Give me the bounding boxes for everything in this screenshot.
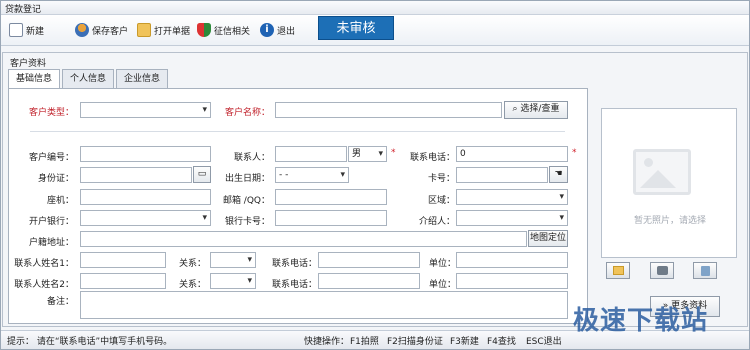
contact2-phone-label: 联系电话： (271, 280, 317, 290)
customer-no-label: 客户编号： (28, 153, 74, 163)
unit2-label: 单位： (428, 280, 456, 290)
image-placeholder-icon (633, 149, 691, 195)
gender-value: 男 (352, 149, 362, 159)
customer-name-input[interactable] (275, 102, 502, 118)
relation1-label: 关系： (178, 259, 206, 269)
hand-icon: ☚ (554, 169, 563, 179)
address-label: 户籍地址： (28, 238, 74, 248)
select-check-label: 选择/查重 (520, 104, 560, 114)
map-locate-button[interactable]: 地图定位 (528, 230, 568, 247)
contact1-name-label: 联系人姓名1： (14, 259, 74, 269)
email-qq-input[interactable] (275, 189, 387, 205)
shield-icon (197, 23, 211, 37)
id-card-label: 身份证： (37, 174, 74, 184)
area-select[interactable] (456, 189, 568, 205)
tab-personal[interactable]: 个人信息 (62, 69, 115, 88)
section-title: 客户资料 (10, 59, 47, 69)
open-photo-button[interactable] (606, 262, 630, 279)
unit1-input[interactable] (456, 252, 568, 268)
card-no-label: 卡号： (427, 174, 455, 184)
gender-select[interactable]: 男 (348, 146, 387, 162)
trash-icon (701, 266, 710, 276)
shortcut-f2: F2扫描身份证 (387, 337, 443, 347)
info-icon: i (260, 23, 274, 37)
address-input[interactable] (80, 231, 527, 247)
landline-input[interactable] (80, 189, 211, 205)
card-reader-button[interactable]: ☚ (549, 166, 568, 183)
watermark: 极速下载站 (573, 306, 709, 336)
tab-basic[interactable]: 基础信息 (8, 69, 61, 89)
document-icon (9, 23, 23, 37)
credit-button[interactable]: 征信相关 (197, 19, 250, 41)
photo-placeholder-text: 暂无照片，请选择 (633, 216, 706, 226)
tab-bar: 基础信息 个人信息 企业信息 (8, 69, 170, 89)
divider (30, 131, 565, 132)
contact1-phone-label: 联系电话： (271, 259, 317, 269)
required-mark: * (572, 148, 577, 158)
email-qq-label: 邮箱 /QQ： (222, 196, 270, 206)
birth-date-label: 出生日期： (224, 174, 270, 184)
new-label: 新建 (26, 26, 45, 37)
birth-date-value: - - (279, 170, 289, 180)
remark-label: 备注： (46, 297, 74, 307)
shortcut-esc: ESC退出 (526, 337, 562, 347)
status-badge: 未审核 (318, 16, 394, 40)
phone-input[interactable]: 0 (456, 146, 568, 162)
phone-value: 0 (460, 149, 466, 159)
camera-button[interactable] (650, 262, 674, 279)
save-customer-label: 保存客户 (92, 26, 129, 37)
open-list-label: 打开单据 (154, 26, 191, 37)
customer-type-label: 客户类型： (28, 108, 74, 118)
exit-button[interactable]: i 退出 (260, 19, 295, 41)
customer-no-input[interactable] (80, 146, 211, 162)
window-title: 贷款登记 (5, 5, 42, 15)
remark-textarea[interactable] (80, 291, 568, 319)
bank-select[interactable] (80, 210, 211, 226)
shortcuts-label: 快捷操作： (304, 337, 350, 347)
customer-type-select[interactable] (80, 102, 211, 118)
toolbar: 新建 保存客户 打开单据 征信相关 i 退出 未审核 (1, 15, 749, 46)
folder-icon (613, 266, 624, 275)
folder-icon (137, 23, 151, 37)
bank-card-input[interactable] (275, 210, 387, 226)
landline-label: 座机： (46, 196, 74, 206)
save-customer-button[interactable]: 保存客户 (75, 19, 128, 41)
id-card-input[interactable] (80, 167, 192, 183)
photo-box[interactable]: 暂无照片，请选择 (601, 108, 737, 258)
phone-label: 联系电话： (409, 153, 455, 163)
birth-date-picker[interactable]: - - (275, 167, 349, 183)
select-check-button[interactable]: ⌕ 选择/查重 (504, 101, 568, 119)
unit1-label: 单位： (428, 259, 456, 269)
camera-icon (657, 266, 668, 275)
credit-label: 征信相关 (214, 26, 251, 37)
exit-label: 退出 (277, 26, 296, 37)
area-label: 区域： (427, 196, 455, 206)
title-bar: 贷款登记 (1, 1, 749, 15)
open-list-button[interactable]: 打开单据 (137, 19, 190, 41)
shortcut-f4: F4查找 (487, 337, 516, 347)
bank-label: 开户银行： (28, 217, 74, 227)
hint-text: 提示： 请在“联系电话”中填写手机号码。 (7, 337, 173, 347)
card-no-input[interactable] (456, 167, 548, 183)
tab-company[interactable]: 企业信息 (116, 69, 169, 88)
shortcut-f1: F1拍照 (350, 337, 379, 347)
new-button[interactable]: 新建 (9, 19, 44, 41)
customer-name-label: 客户名称： (224, 108, 270, 118)
contact2-name-label: 联系人姓名2： (14, 280, 74, 290)
unit2-input[interactable] (456, 273, 568, 289)
shortcut-f3: F3新建 (450, 337, 479, 347)
referrer-select[interactable] (456, 210, 568, 226)
delete-photo-button[interactable] (693, 262, 717, 279)
contact-label: 联系人： (233, 153, 270, 163)
relation2-label: 关系： (178, 280, 206, 290)
user-save-icon (75, 23, 89, 37)
contact-input[interactable] (275, 146, 347, 162)
bank-card-label: 银行卡号： (224, 217, 270, 227)
referrer-label: 介绍人： (418, 217, 455, 227)
